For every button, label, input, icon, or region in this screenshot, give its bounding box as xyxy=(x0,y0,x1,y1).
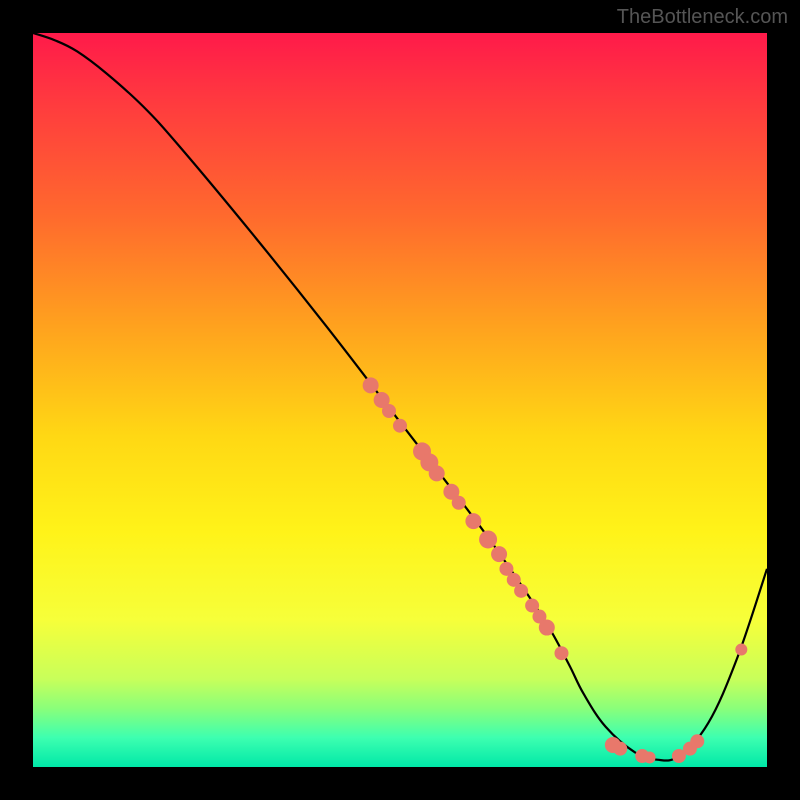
data-point xyxy=(382,404,396,418)
bottleneck-curve-path xyxy=(33,33,767,761)
data-point xyxy=(735,644,747,656)
scatter-group xyxy=(363,377,748,763)
data-point xyxy=(452,496,466,510)
data-point xyxy=(690,734,704,748)
data-point xyxy=(429,465,445,481)
data-point xyxy=(644,751,656,763)
data-point xyxy=(554,646,568,660)
data-point xyxy=(363,377,379,393)
data-point xyxy=(393,419,407,433)
chart-svg xyxy=(33,33,767,767)
data-point xyxy=(479,530,497,548)
chart-plot-area xyxy=(33,33,767,767)
data-point xyxy=(514,584,528,598)
watermark-text: TheBottleneck.com xyxy=(617,6,788,29)
data-point xyxy=(539,620,555,636)
data-point xyxy=(613,742,627,756)
data-point xyxy=(491,546,507,562)
data-point xyxy=(465,513,481,529)
